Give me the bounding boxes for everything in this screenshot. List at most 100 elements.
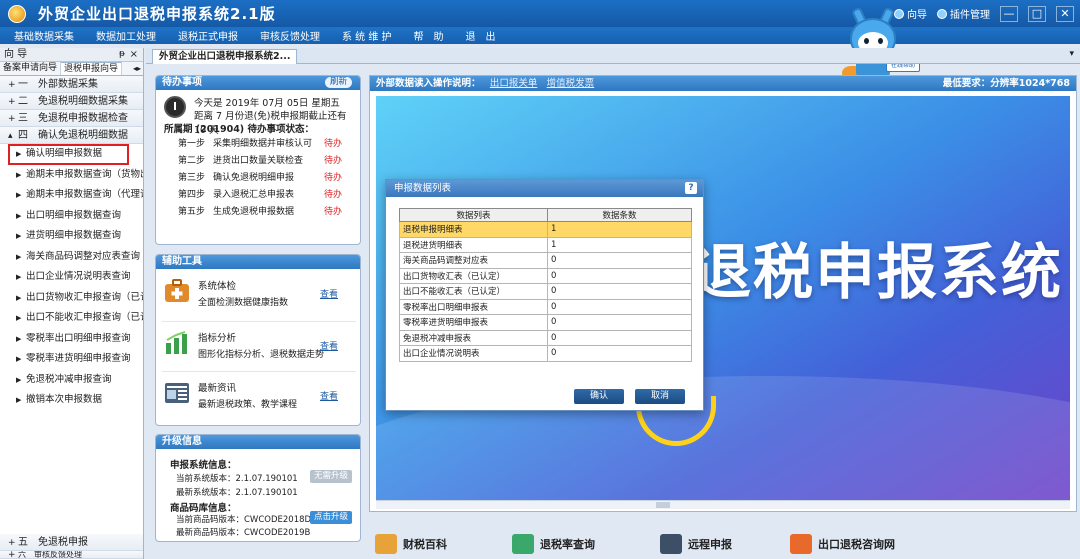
step-name: 确认免退税明细申报 (213, 173, 295, 183)
tax-encyclopedia-button[interactable]: 财税百科 (375, 530, 447, 557)
tool-desc: 图形化指标分析、退税数据走势 (198, 350, 325, 360)
tool-desc: 最新退税政策、教学课程 (198, 400, 298, 410)
scrollbar-thumb[interactable] (656, 502, 670, 508)
tab-dropdown-icon[interactable]: ▾ (1069, 49, 1074, 59)
plugin-manager-link[interactable]: 插件管理 (937, 6, 990, 21)
step-status-link[interactable]: 待办 (324, 204, 342, 217)
tree-item[interactable]: ▶ 海关商品码调整对应表查询 (0, 247, 143, 268)
resolution-requirement: 最低要求：分辨率1024*768 (942, 78, 1070, 89)
menu-system-maintenance[interactable]: 系 统 维 护 (342, 28, 392, 43)
customs-declaration-link[interactable]: 出口报关单 (490, 78, 538, 89)
tree-item[interactable]: ▶ 出口明细申报数据查询 (0, 206, 143, 227)
tab-filing-wizard[interactable]: 备案申请向导 (0, 62, 62, 75)
refund-rate-query-label: 退税率查询 (540, 537, 595, 551)
table-row[interactable]: 出口企业情况说明表 0 (399, 345, 692, 362)
pin-icon[interactable]: ᵽ (119, 48, 125, 61)
no-upgrade-button[interactable]: 无需升级 (309, 470, 352, 483)
bullet-triangle-icon: ▶ (16, 396, 22, 404)
table-row[interactable]: 退税申报明细表 1 (399, 221, 692, 238)
wizard-tree: + 一 外部数据采集 + 二 免退税明细数据采集 + 三 免退税申报数据检查 ▴ 四 确… (0, 76, 143, 411)
table-row[interactable]: 免退税冲减申报表 0 (399, 329, 692, 346)
table-row[interactable]: 退税进货明细表 1 (399, 236, 692, 253)
menu-exit[interactable]: 退 出 (466, 28, 496, 43)
tool-view-link[interactable]: 查看 (320, 389, 338, 402)
tool-name: 最新资讯 (198, 383, 237, 394)
step-name: 进货出口数量关联检查 (213, 156, 304, 166)
tree-item[interactable]: ▶ 撤销本次申报数据 (0, 390, 143, 411)
tree-item-label: 零税率进货明细申报查询 (26, 353, 131, 364)
tree-item[interactable]: ▶ 零税率出口明细申报查询 (0, 329, 143, 350)
tools-card: 辅助工具 系统体检 全面检测数据健康指数 查看 指标分析 图形化指标分析、退税数… (155, 254, 361, 426)
tree-group[interactable]: + 二 免退税明细数据采集 (0, 93, 143, 110)
tools-card-header: 辅助工具 (156, 255, 360, 269)
tree-item[interactable]: ▶ 出口不能收汇申报查询（已认定 (0, 308, 143, 329)
tab-refund-wizard[interactable]: 退税申报向导 (61, 62, 123, 75)
document-tab-bar: 外贸企业出口退税申报系统2... ▾ (146, 48, 1080, 64)
expand-plus-icon: + (8, 97, 16, 107)
todo-step: 第四步 录入退税汇总申报表 (178, 187, 294, 200)
tree-item[interactable]: ▶ 进货明细申报数据查询 (0, 226, 143, 247)
refresh-button[interactable]: 刷新 (324, 77, 352, 88)
tree-item[interactable]: ▶ 出口货物收汇申报查询（已认定 (0, 288, 143, 309)
tree-item-label: 确认明细申报数据 (26, 148, 103, 159)
row-count: 0 (547, 329, 692, 346)
menu-review-feedback[interactable]: 审核反馈处理 (260, 28, 320, 43)
tree-group[interactable]: + 五 免退税申报 (0, 534, 143, 551)
table-row[interactable]: 海关商品码调整对应表 0 (399, 252, 692, 269)
mascot-help[interactable]: 在线帮助 (842, 6, 920, 84)
maximize-button[interactable]: □ (1028, 5, 1046, 22)
upgrade-button[interactable]: 点击升级 (309, 511, 352, 524)
tree-group-label: 四 确认免退税明细数据 (18, 130, 128, 141)
tree-group[interactable]: ▴ 四 确认免退税明细数据 (0, 127, 143, 144)
banner-slogan: 退税申报系统 (691, 238, 1063, 308)
remote-declaration-button[interactable]: 远程申报 (660, 530, 732, 557)
tree-item[interactable]: ▶ 零税率进货明细申报查询 (0, 349, 143, 370)
table-row[interactable]: 零税率出口明细申报表 0 (399, 298, 692, 315)
tree-item-confirm-details[interactable]: ▶ 确认明细申报数据 (8, 144, 129, 165)
step-status-link[interactable]: 待办 (324, 153, 342, 166)
table-row[interactable]: 出口不能收汇表（已认定） 0 (399, 283, 692, 300)
confirm-button[interactable]: 确认 (574, 389, 624, 404)
table-row[interactable]: 出口货物收汇表（已认定） 0 (399, 267, 692, 284)
step-status-link[interactable]: 待办 (324, 136, 342, 149)
cancel-button[interactable]: 取消 (635, 389, 685, 404)
menu-basic-data[interactable]: 基础数据采集 (14, 28, 74, 43)
minimize-button[interactable]: — (1000, 5, 1018, 22)
step-status-link[interactable]: 待办 (324, 170, 342, 183)
tree-group-label: 二 免退税明细数据采集 (18, 96, 128, 107)
tree-item[interactable]: ▶ 逾期未申报数据查询（代理证明 (0, 185, 143, 206)
tab-scroll-arrows-icon[interactable]: ◂▸ (133, 62, 141, 75)
refund-consult-site-button[interactable]: 出口退税咨询网 (790, 530, 895, 557)
help-icon[interactable]: ? (685, 182, 697, 194)
menu-data-processing[interactable]: 数据加工处理 (96, 28, 156, 43)
tab-main-system[interactable]: 外贸企业出口退税申报系统2... (152, 49, 298, 64)
declaration-data-dialog: 申报数据列表 ? 数据列表 数据条数 退税申报明细表 1 退税进货明细表 1 海关商… (385, 179, 704, 411)
tree-item[interactable]: ▶ 出口企业情况说明表查询 (0, 267, 143, 288)
hand-icon (790, 533, 812, 554)
bullet-triangle-icon: ▶ (16, 150, 22, 158)
tree-item-label: 海关商品码调整对应表查询 (26, 250, 141, 262)
tool-view-link[interactable]: 查看 (320, 287, 338, 300)
vat-invoice-link[interactable]: 增值税发票 (547, 78, 595, 89)
tree-item[interactable]: ▶ 逾期未申报数据查询（货物出口 (0, 165, 143, 186)
news-icon (165, 383, 189, 403)
step-status-link[interactable]: 待办 (324, 187, 342, 200)
expand-plus-icon: + (8, 551, 16, 559)
table-row[interactable]: 零税率进货明细申报表 0 (399, 314, 692, 331)
horizontal-scrollbar[interactable] (376, 500, 1070, 509)
upgrade-card-header: 升级信息 (156, 435, 360, 449)
close-button[interactable]: ✕ (1056, 5, 1074, 22)
menu-help[interactable]: 帮 助 (414, 28, 444, 43)
panel-close-icon[interactable]: × (130, 48, 138, 61)
tool-view-link[interactable]: 查看 (320, 339, 338, 352)
app-logo-icon (8, 4, 26, 23)
row-name: 免退税冲减申报表 (399, 329, 548, 346)
tree-group[interactable]: + 一 外部数据采集 (0, 76, 143, 93)
tree-group[interactable]: + 三 免退税申报数据检查 (0, 110, 143, 127)
clock-icon (164, 96, 186, 118)
menu-formal-declaration[interactable]: 退税正式申报 (178, 28, 238, 43)
tree-item[interactable]: ▶ 免退税冲减申报查询 (0, 370, 143, 391)
refund-rate-query-button[interactable]: 退税率查询 (512, 530, 595, 557)
code-current-version: 当前商品码版本：CWCODE2018D (176, 515, 312, 525)
tree-group[interactable]: + 六 审核反馈处理 (0, 551, 143, 559)
